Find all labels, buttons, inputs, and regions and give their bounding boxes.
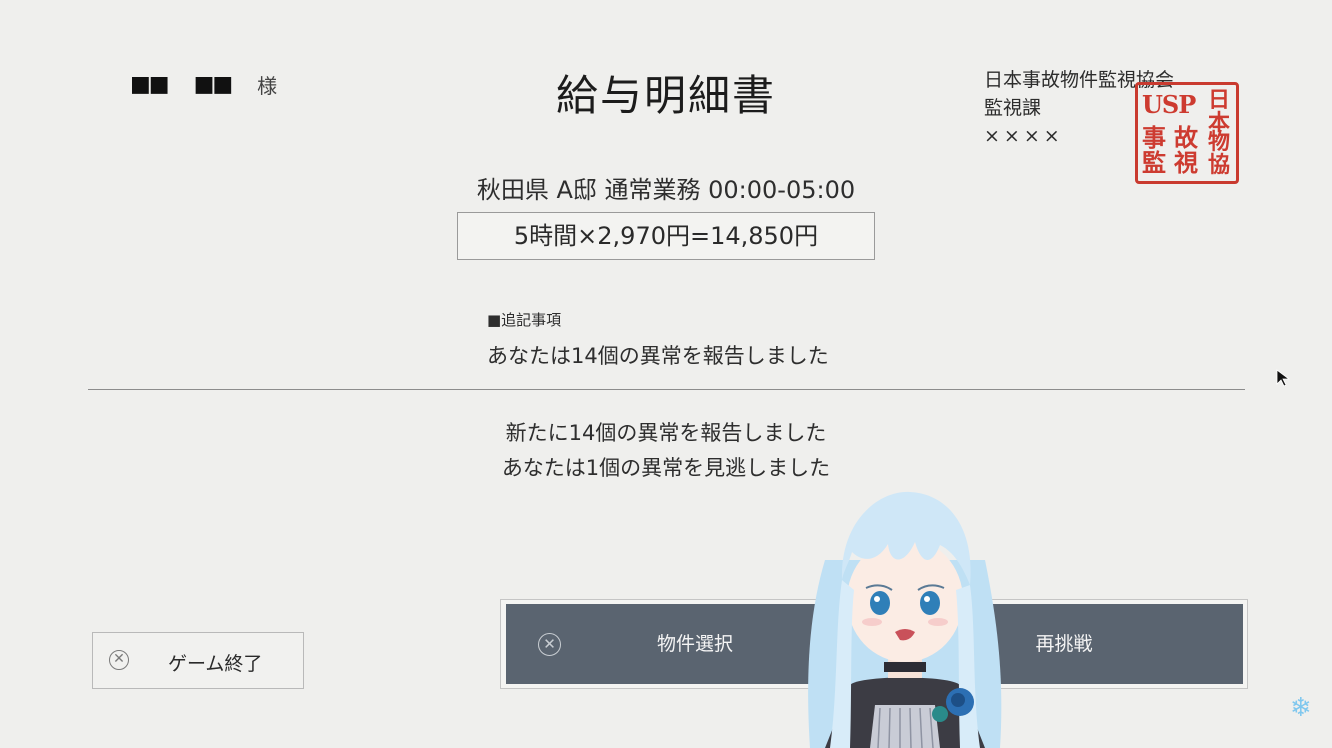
mouse-cursor-icon (1276, 369, 1291, 387)
job-description: 秋田県 A邸 通常業務 00:00-05:00 (476, 176, 856, 204)
divider (88, 389, 1245, 390)
close-icon: ✕ (109, 650, 129, 670)
character-avatar (808, 491, 1002, 748)
salary-calculation-box: 5時間×2,970円=14,850円 (457, 212, 875, 260)
quit-game-button[interactable]: ✕ ゲーム終了 (92, 632, 304, 689)
result-reported-line: 新たに14個の異常を報告しました (505, 421, 827, 445)
notes-text: あなたは14個の異常を報告しました (487, 344, 829, 368)
salary-calculation: 5時間×2,970円=14,850円 (513, 222, 819, 250)
notes-heading: ■追記事項 (487, 311, 562, 329)
quit-game-label: ゲーム終了 (168, 653, 263, 675)
company-seal-stamp: USP 日本 事監 故視 物協 (1135, 82, 1239, 184)
result-missed-line: あなたは1個の異常を見逃しました (501, 456, 831, 480)
snowflake-icon: ❄ (1290, 693, 1312, 723)
